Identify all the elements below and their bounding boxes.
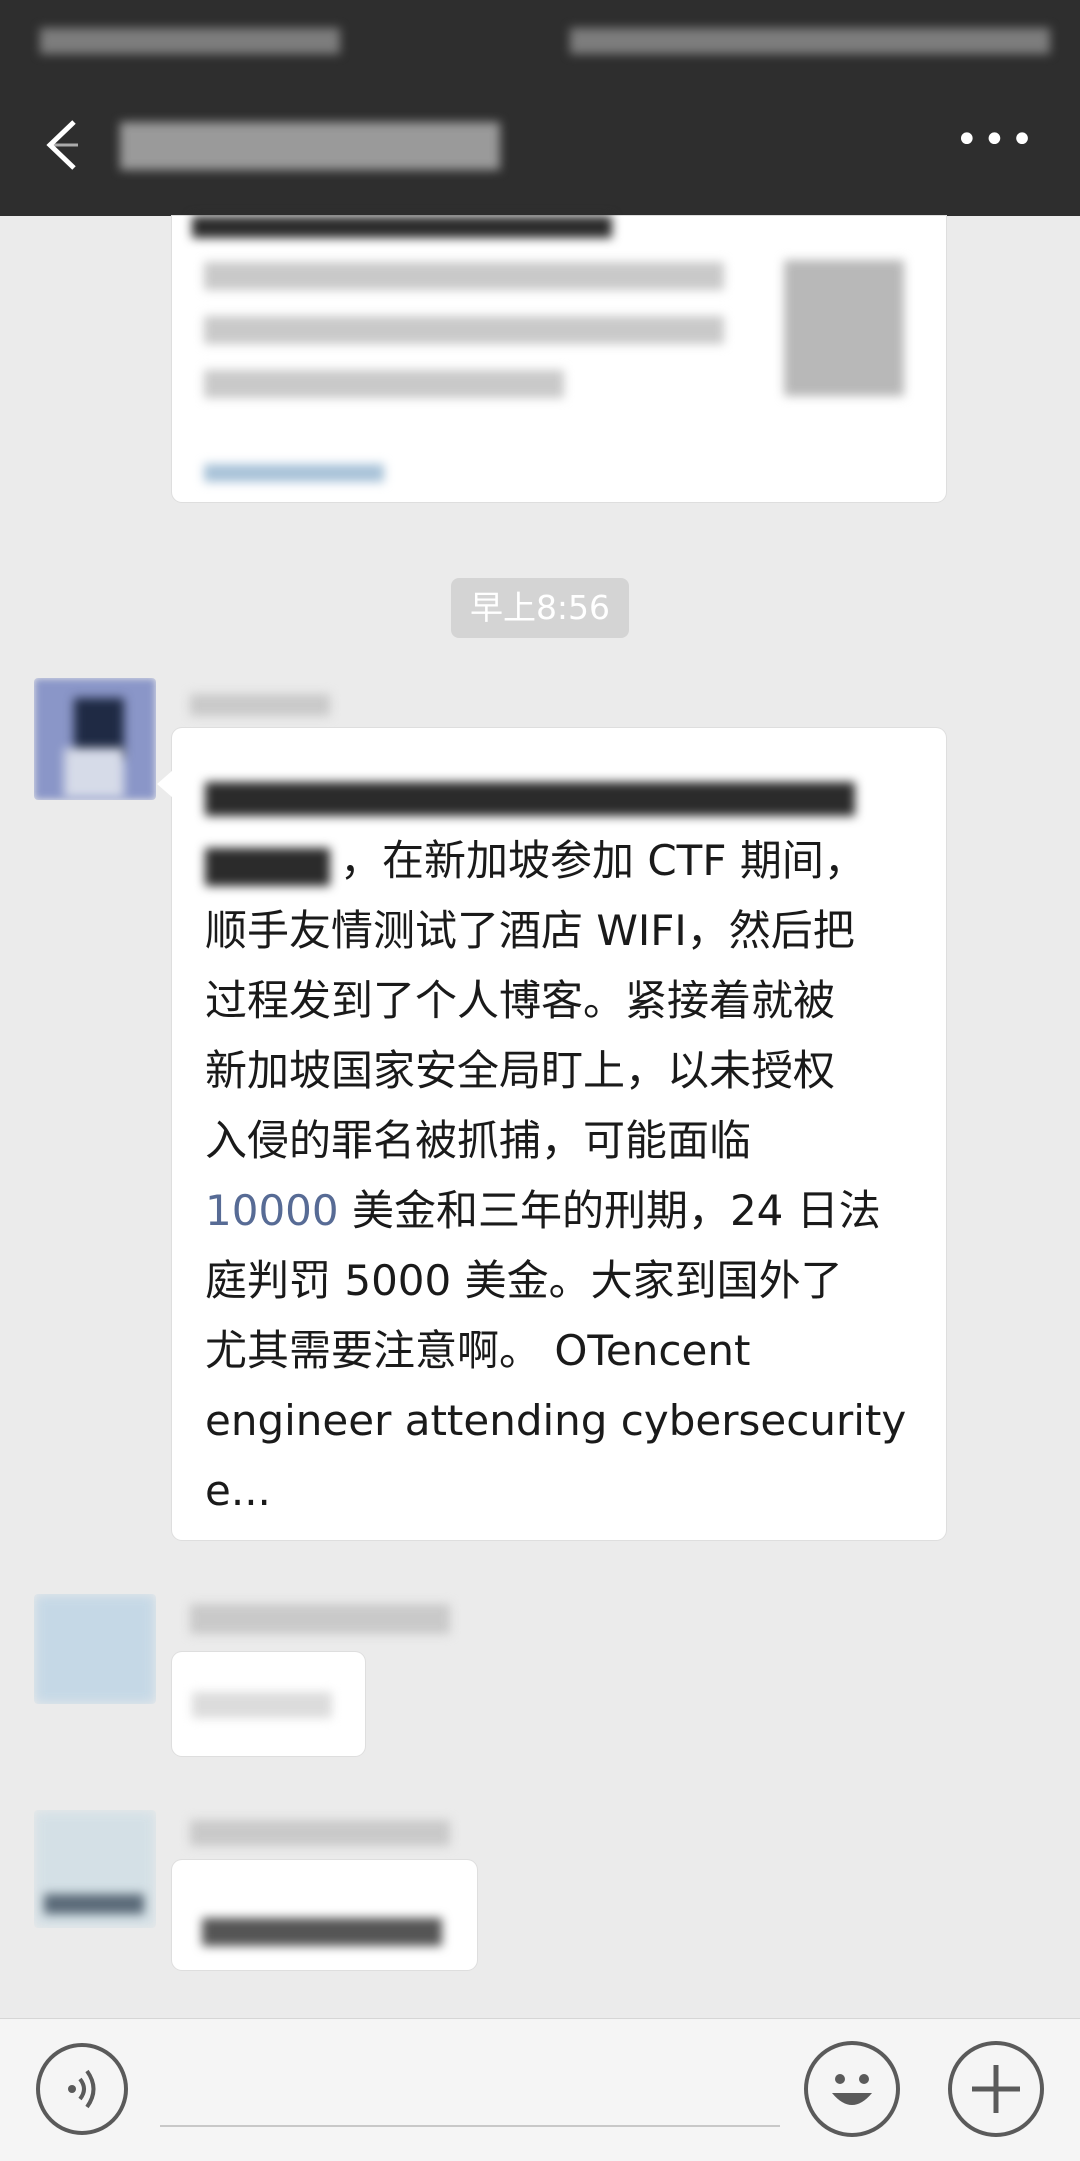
emoji-icon [832,2074,872,2105]
message-text-line: 新加坡国家安全局盯上，以未授权 [205,1046,836,1095]
emoji-button[interactable] [804,2041,900,2137]
status-bar-left-blurred [40,28,340,54]
message-text-blurred [202,1918,442,1946]
shared-link-card[interactable] [172,216,946,502]
chat-input-bar [0,2018,1080,2161]
message-text-line: e... [205,1466,271,1515]
phone-number-link[interactable]: 10000 [205,1186,339,1235]
message-text-line: 10000 美金和三年的刑期，24 日法 [205,1176,925,1246]
status-bar-right-blurred [570,28,1050,54]
message-text-line: ，在新加坡参加 CTF 期间， [340,836,866,885]
card-line-blurred [204,370,564,398]
voice-button[interactable] [36,2043,128,2135]
message-timestamp: 早上8:56 [451,578,629,638]
card-line-blurred [204,316,724,344]
avatar[interactable] [34,1810,156,1928]
text-input-field[interactable] [160,2125,780,2127]
avatar[interactable] [34,678,156,800]
sender-name-blurred [190,1604,450,1634]
card-line-blurred [204,262,724,290]
card-source-blurred [204,464,384,482]
message-text-line: 顺手友情测试了酒店 WIFI，然后把 [205,906,855,955]
sender-name-blurred [190,1820,450,1846]
back-button[interactable] [38,110,98,180]
bubble-tail [157,770,173,798]
message-text-blurred [192,1692,332,1718]
plus-icon [972,2065,1020,2113]
sender-name-blurred [190,694,330,716]
avatar[interactable] [34,1594,156,1704]
message-text-line: engineer attending cybersecurity [205,1396,907,1445]
message-text-line: 过程发到了个人博客。紧接着就被 [205,976,836,1025]
message-bubble[interactable] [172,1860,477,1970]
message-bubble[interactable] [172,1652,365,1756]
voice-icon [68,2069,96,2109]
more-features-button[interactable] [948,2041,1044,2137]
message-text-fragment: 美金和三年的刑期，24 日法 [338,1186,881,1235]
message-line-blurred [205,848,330,886]
chat-title-blurred [120,122,500,170]
message-text-line: 庭判罚 5000 美金。大家到国外了 [205,1256,843,1305]
card-title-blurred [192,216,612,238]
message-text-line: 入侵的罪名被抓捕，可能面临 [205,1116,752,1165]
message-line-blurred [205,782,855,816]
message-text-line: 尤其需要注意啊。 OTencent [205,1326,751,1375]
chat-header: ••• [0,0,1080,216]
more-options-button[interactable]: ••• [955,120,1035,170]
card-thumbnail-blurred [784,260,904,396]
chevron-left-icon [46,120,78,170]
